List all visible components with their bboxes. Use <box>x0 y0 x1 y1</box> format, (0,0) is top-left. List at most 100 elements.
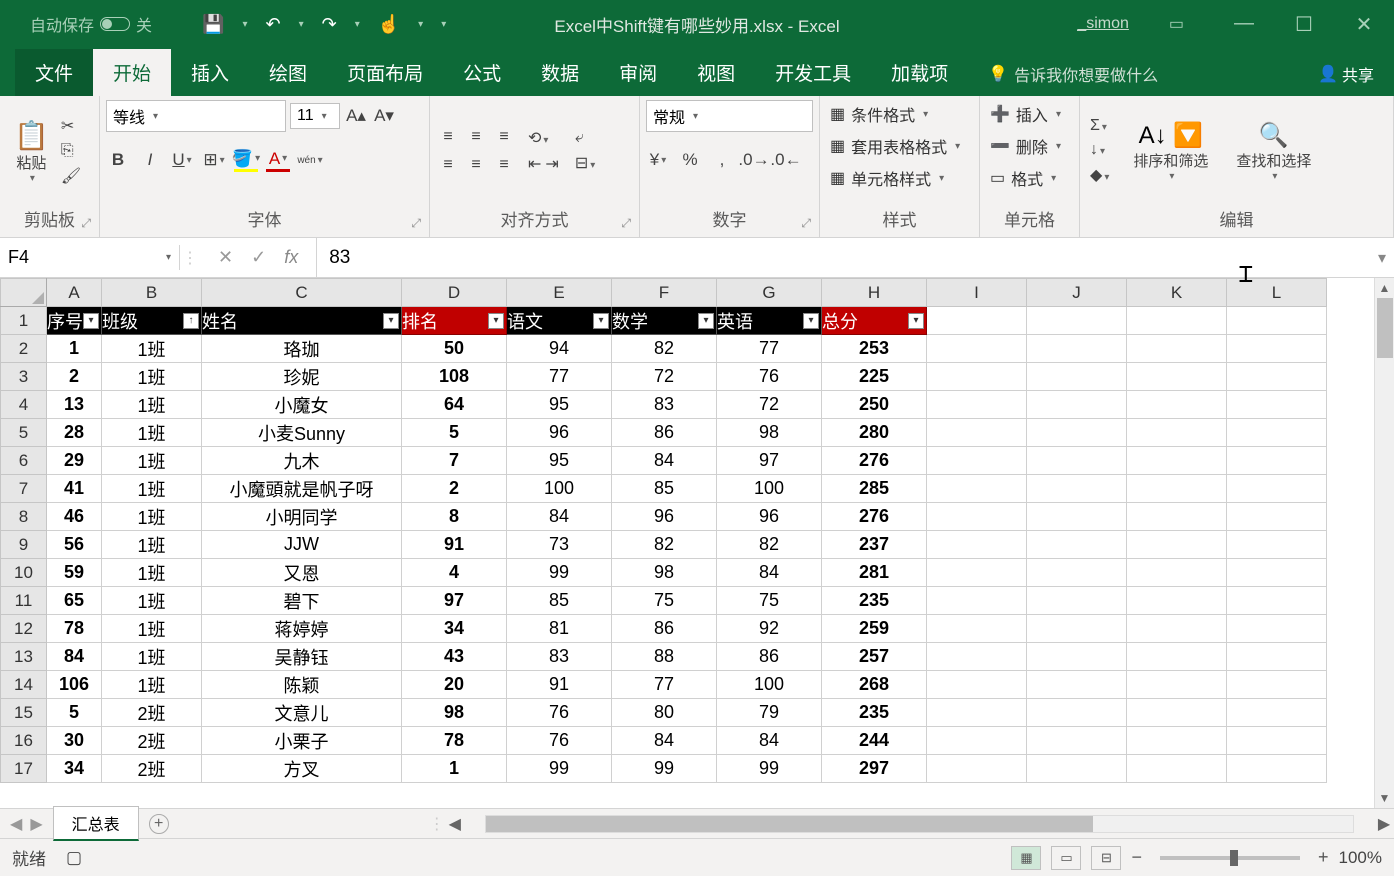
cell[interactable]: 285 <box>822 475 927 503</box>
cell[interactable]: 106 <box>47 671 102 699</box>
cell[interactable]: 75 <box>717 587 822 615</box>
cell[interactable] <box>1227 363 1327 391</box>
increase-font-icon[interactable]: A▴ <box>344 104 368 128</box>
table-header-cell[interactable]: 姓名▾ <box>202 307 402 335</box>
cell[interactable]: 珞珈 <box>202 335 402 363</box>
row-header[interactable]: 16 <box>1 727 47 755</box>
cell[interactable]: 96 <box>717 503 822 531</box>
font-launcher-icon[interactable]: ⤢ <box>411 216 421 231</box>
cell[interactable] <box>1027 419 1127 447</box>
cell[interactable]: 108 <box>402 363 507 391</box>
cell[interactable]: 84 <box>47 643 102 671</box>
cell[interactable]: 1班 <box>102 531 202 559</box>
autosave-toggle[interactable]: 自动保存 关 <box>30 12 152 36</box>
orientation-icon[interactable]: ⟲▾ <box>528 128 559 148</box>
filter-button[interactable]: ▾ <box>593 313 609 329</box>
filter-button[interactable]: ▾ <box>488 313 504 329</box>
cell[interactable] <box>1227 699 1327 727</box>
format-cells-button[interactable]: ▭格式▾ <box>986 164 1073 192</box>
align-center-icon[interactable]: ≡ <box>464 153 488 177</box>
select-all-corner[interactable] <box>1 279 47 307</box>
row-header[interactable]: 11 <box>1 587 47 615</box>
expand-formula-bar-icon[interactable]: ▾ <box>1370 248 1394 268</box>
font-size-combo[interactable]: 11▾ <box>290 103 340 129</box>
row-header[interactable]: 9 <box>1 531 47 559</box>
cell[interactable]: 方叉 <box>202 755 402 783</box>
cell[interactable]: 79 <box>717 699 822 727</box>
bold-button[interactable]: B <box>106 148 130 172</box>
cell[interactable] <box>927 335 1027 363</box>
increase-indent-icon[interactable]: ⇥ <box>545 154 558 174</box>
cell[interactable]: 82 <box>717 531 822 559</box>
cell[interactable] <box>927 531 1027 559</box>
decrease-indent-icon[interactable]: ⇤ <box>528 154 541 174</box>
cell[interactable]: 43 <box>402 643 507 671</box>
cell[interactable] <box>1127 643 1227 671</box>
sort-filter-button[interactable]: A↓ 🔽 排序和筛选▾ <box>1125 117 1216 186</box>
cell[interactable] <box>1127 531 1227 559</box>
minimize-button[interactable]: — <box>1224 12 1264 37</box>
cell[interactable]: 80 <box>612 699 717 727</box>
cell[interactable] <box>1027 531 1127 559</box>
hscroll-right-icon[interactable]: ▶ <box>1374 814 1394 834</box>
comma-format-icon[interactable]: , <box>710 148 734 172</box>
sheet-tab[interactable]: 汇总表 <box>53 806 139 841</box>
cell[interactable]: JJW <box>202 531 402 559</box>
hscroll-left-icon[interactable]: ◀ <box>445 814 465 834</box>
scroll-down-icon[interactable]: ▼ <box>1375 788 1394 808</box>
cancel-formula-icon[interactable]: ✕ <box>218 247 233 268</box>
save-icon[interactable]: 💾 <box>202 14 224 35</box>
row-header[interactable]: 13 <box>1 643 47 671</box>
cell[interactable] <box>1027 559 1127 587</box>
cell[interactable] <box>1027 475 1127 503</box>
zoom-level[interactable]: 100% <box>1339 848 1382 868</box>
tab-insert[interactable]: 插入 <box>171 49 249 96</box>
maximize-button[interactable]: ☐ <box>1284 12 1324 37</box>
cell[interactable]: 99 <box>507 755 612 783</box>
cell[interactable]: 97 <box>402 587 507 615</box>
row-header[interactable]: 4 <box>1 391 47 419</box>
cell[interactable]: 1班 <box>102 615 202 643</box>
cell[interactable]: 280 <box>822 419 927 447</box>
row-header[interactable]: 6 <box>1 447 47 475</box>
border-button[interactable]: ⊞▾ <box>202 148 226 172</box>
tab-addins[interactable]: 加载项 <box>871 49 968 96</box>
row-header[interactable]: 15 <box>1 699 47 727</box>
cell[interactable]: 小魔頭就是帆子呀 <box>202 475 402 503</box>
row-header[interactable]: 10 <box>1 559 47 587</box>
close-button[interactable]: ✕ <box>1344 12 1384 37</box>
cell[interactable]: 13 <box>47 391 102 419</box>
macro-record-icon[interactable]: ▢ <box>66 848 82 868</box>
cell[interactable] <box>1227 727 1327 755</box>
sheet-nav-prev-icon[interactable]: ◀ <box>10 814 22 834</box>
filter-button[interactable]: ▾ <box>908 313 924 329</box>
cell[interactable]: 85 <box>507 587 612 615</box>
cell[interactable]: 小麦Sunny <box>202 419 402 447</box>
zoom-slider[interactable] <box>1160 856 1300 860</box>
cell[interactable]: 20 <box>402 671 507 699</box>
insert-cells-button[interactable]: ➕插入▾ <box>986 100 1073 128</box>
row-header[interactable]: 17 <box>1 755 47 783</box>
col-header-H[interactable]: H <box>822 279 927 307</box>
tab-file[interactable]: 文件 <box>15 49 93 96</box>
number-launcher-icon[interactable]: ⤢ <box>801 216 811 231</box>
cell[interactable]: 250 <box>822 391 927 419</box>
undo-icon[interactable]: ↶ <box>265 14 280 35</box>
cell[interactable]: 1班 <box>102 363 202 391</box>
cell[interactable]: 85 <box>612 475 717 503</box>
format-painter-icon[interactable]: 🖌 <box>61 166 81 186</box>
cell[interactable]: 1班 <box>102 447 202 475</box>
cell[interactable]: 1班 <box>102 419 202 447</box>
table-header-cell[interactable]: 语文▾ <box>507 307 612 335</box>
col-header-C[interactable]: C <box>202 279 402 307</box>
cell[interactable] <box>1127 671 1227 699</box>
cell[interactable] <box>927 559 1027 587</box>
cell[interactable]: 1班 <box>102 475 202 503</box>
cell[interactable]: 72 <box>612 363 717 391</box>
col-header-K[interactable]: K <box>1127 279 1227 307</box>
cell[interactable] <box>927 699 1027 727</box>
wrap-text-icon[interactable]: ⤶ <box>575 129 595 147</box>
decrease-decimal-icon[interactable]: .0← <box>774 148 798 172</box>
cell[interactable]: 88 <box>612 643 717 671</box>
cell[interactable]: 4 <box>402 559 507 587</box>
